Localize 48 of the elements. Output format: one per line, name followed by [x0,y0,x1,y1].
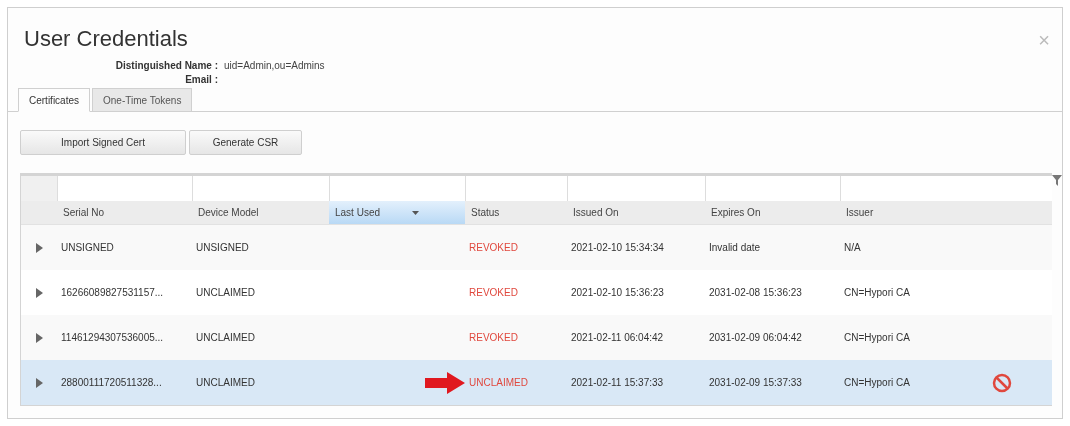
table-cell-text: N/A [844,241,861,255]
table-row[interactable]: 11461294307536005... UNCLAIMED REVOKED 2021-02-11 06:04:42 2031-02-09 06:04:42 CN=Hypori CA [21,315,1052,360]
column-header[interactable]: Serial No [57,201,192,224]
column-header[interactable]: Device Model [192,201,329,224]
table-cell-text: 2031-02-09 15:37:33 [709,376,802,390]
table-cell-text: 2021-02-11 06:04:42 [571,331,664,345]
table-cell-text: CN=Hypori CA [844,286,910,300]
expand-icon[interactable] [35,332,43,343]
column-header[interactable]: Issuer [840,201,1052,224]
action-button[interactable]: Import Signed Cert [20,130,186,155]
expand-icon[interactable] [35,287,43,298]
table-cell-text: REVOKED [469,241,518,255]
table-cell-text: UNCLAIMED [196,286,255,300]
table-cell-text: UNSIGNED [61,241,114,255]
table-cell-text: 28800111720511328... [61,376,162,390]
prohibited-icon[interactable] [992,372,1012,393]
table-cell-text: CN=Hypori CA [844,376,910,390]
table-row[interactable]: UNSIGNED UNSIGNED REVOKED 2021-02-10 15:34:34 Invalid date N/A [21,225,1052,270]
table-cell-text: 2031-02-08 15:36:23 [709,286,802,300]
action-button[interactable]: Generate CSR [189,130,302,155]
table-cell-text: 16266089827531157... [61,286,164,300]
table-cell-text: UNCLAIMED [196,376,255,390]
sort-caret-icon [412,210,419,215]
table-cell-text: REVOKED [469,286,518,300]
tab[interactable]: Certificates [18,88,90,112]
column-header[interactable]: Status [465,201,567,224]
table-cell-text: REVOKED [469,331,518,345]
table-cell-text: UNCLAIMED [469,376,528,390]
table-cell-text: CN=Hypori CA [844,331,910,345]
tab[interactable]: One-Time Tokens [92,88,193,112]
expand-icon[interactable] [35,242,43,253]
table-cell-text: UNSIGNED [196,241,249,255]
table-cell-text: Invalid date [709,241,761,255]
column-header[interactable]: Issued On [567,201,705,224]
table-cell-text: 2021-02-11 15:37:33 [571,376,664,390]
field-label: Email : [184,73,218,87]
column-header[interactable]: Expires On [705,201,840,224]
table-row[interactable]: 28800111720511328... UNCLAIMED UNCLAIMED 2021-02-11 15:37:33 2031-02-09 15:37:33 CN=Hypori CA [21,360,1052,405]
table-cell-text: 2021-02-10 15:34:34 [571,241,664,255]
table-cell-text: UNCLAIMED [196,331,255,345]
table-cell-text: 2021-02-10 15:36:23 [571,286,664,300]
table-cell-text: 2031-02-09 06:04:42 [709,331,802,345]
dialog-title: User Credentials [24,25,188,53]
table-cell-text: 11461294307536005... [61,331,164,345]
column-header[interactable]: Last Used [329,201,465,224]
field-label: Distinguished Name : [114,59,218,73]
expand-icon[interactable] [35,377,43,388]
field-value: uid=Admin,ou=Admins [224,59,325,73]
